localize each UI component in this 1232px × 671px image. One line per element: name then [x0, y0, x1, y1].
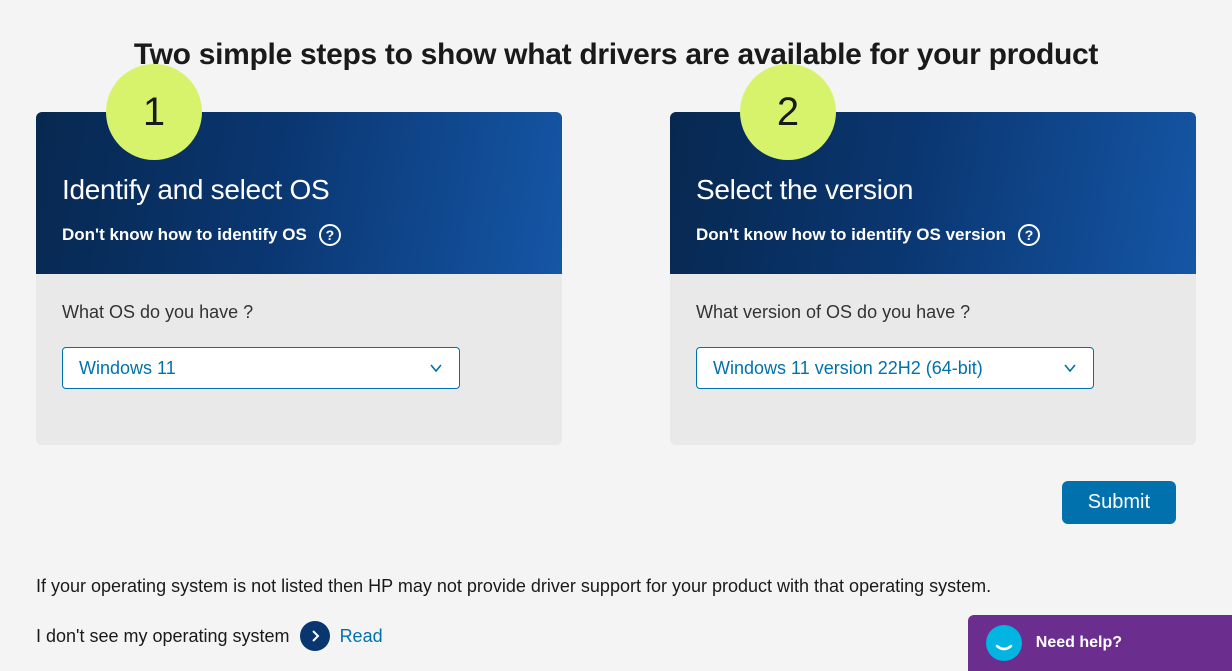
os-select[interactable]: Windows 11 [62, 347, 460, 389]
card-body-2: What version of OS do you have ? Windows… [670, 274, 1196, 445]
help-line-2[interactable]: Don't know how to identify OS version ? [696, 224, 1170, 246]
question-2: What version of OS do you have ? [696, 302, 1170, 323]
read-link[interactable]: Read [340, 626, 383, 647]
help-text-2: Don't know how to identify OS version [696, 225, 1006, 245]
card-title-2: Select the version [696, 174, 1170, 206]
chat-avatar-icon [986, 625, 1022, 661]
steps-row: 1 Identify and select OS Don't know how … [0, 112, 1232, 445]
card-title-1: Identify and select OS [62, 174, 536, 206]
os-select-value: Windows 11 [79, 358, 176, 379]
chevron-down-icon [429, 361, 443, 375]
help-line-1[interactable]: Don't know how to identify OS ? [62, 224, 536, 246]
help-text-1: Don't know how to identify OS [62, 225, 307, 245]
question-1: What OS do you have ? [62, 302, 536, 323]
step-badge-2: 2 [740, 64, 836, 160]
chat-widget[interactable]: Need help? [968, 615, 1232, 671]
submit-button[interactable]: Submit [1062, 481, 1176, 524]
submit-row: Submit [0, 445, 1232, 524]
version-select[interactable]: Windows 11 version 22H2 (64-bit) [696, 347, 1094, 389]
card-body-1: What OS do you have ? Windows 11 [36, 274, 562, 445]
help-icon[interactable]: ? [1018, 224, 1040, 246]
step-card-2: 2 Select the version Don't know how to i… [670, 112, 1196, 445]
step-card-1: 1 Identify and select OS Don't know how … [36, 112, 562, 445]
chevron-down-icon [1063, 361, 1077, 375]
version-select-value: Windows 11 version 22H2 (64-bit) [713, 358, 983, 379]
chevron-right-icon[interactable] [300, 621, 330, 651]
chat-label: Need help? [1036, 634, 1122, 652]
step-badge-1: 1 [106, 64, 202, 160]
info-text: If your operating system is not listed t… [36, 576, 1196, 597]
read-label: I don't see my operating system [36, 626, 290, 647]
help-icon[interactable]: ? [319, 224, 341, 246]
